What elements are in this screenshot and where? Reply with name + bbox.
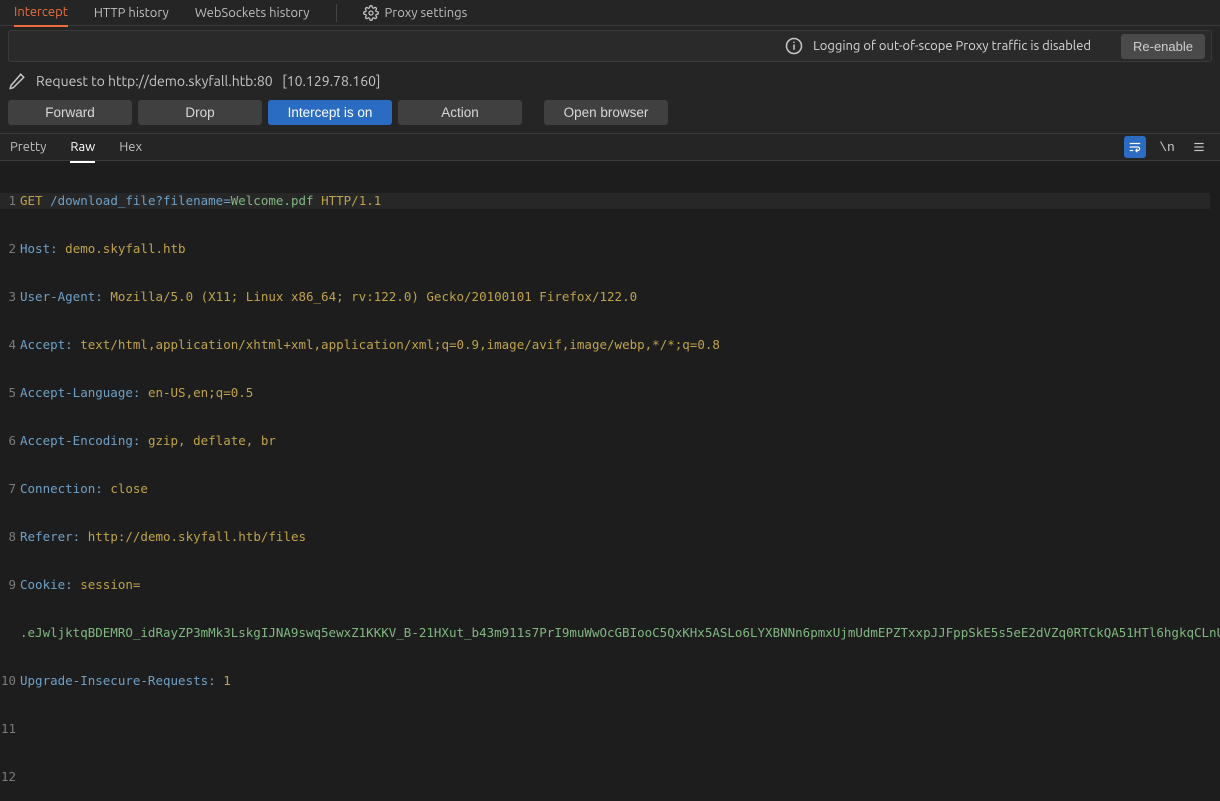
wrap-icon[interactable] [1124, 136, 1146, 158]
gear-icon [363, 5, 379, 21]
subtab-raw[interactable]: Raw [70, 133, 95, 163]
edit-icon[interactable] [8, 72, 26, 90]
action-button[interactable]: Action [398, 100, 522, 125]
subtab-pretty[interactable]: Pretty [10, 133, 46, 161]
proxy-settings-label: Proxy settings [385, 6, 468, 20]
menu-icon[interactable] [1188, 136, 1210, 158]
tab-websockets-history[interactable]: WebSockets history [195, 0, 310, 26]
forward-button[interactable]: Forward [8, 100, 132, 125]
top-tabs: Intercept HTTP history WebSockets histor… [0, 0, 1220, 26]
info-bar: Logging of out-of-scope Proxy traffic is… [8, 30, 1212, 62]
separator [336, 4, 337, 22]
intercept-toggle-button[interactable]: Intercept is on [268, 100, 392, 125]
raw-editor[interactable]: 1GET /download_file?filename=Welcome.pdf… [0, 161, 1220, 801]
subtab-hex[interactable]: Hex [119, 133, 142, 161]
reenable-button[interactable]: Re-enable [1121, 34, 1205, 59]
tab-http-history[interactable]: HTTP history [94, 0, 169, 26]
open-browser-button[interactable]: Open browser [544, 100, 668, 125]
tab-intercept[interactable]: Intercept [14, 0, 68, 27]
request-target: Request to http://demo.skyfall.htb:80 [1… [36, 73, 380, 89]
drop-button[interactable]: Drop [138, 100, 262, 125]
info-icon [785, 37, 803, 55]
newline-icon[interactable]: \n [1156, 136, 1178, 158]
view-options: \n [1124, 136, 1210, 158]
request-line: Request to http://demo.skyfall.htb:80 [1… [0, 66, 1220, 96]
info-message: Logging of out-of-scope Proxy traffic is… [813, 39, 1091, 53]
action-buttons: Forward Drop Intercept is on Action Open… [0, 96, 1220, 133]
proxy-settings-link[interactable]: Proxy settings [363, 5, 468, 21]
view-tabs: Pretty Raw Hex \n [0, 133, 1220, 161]
